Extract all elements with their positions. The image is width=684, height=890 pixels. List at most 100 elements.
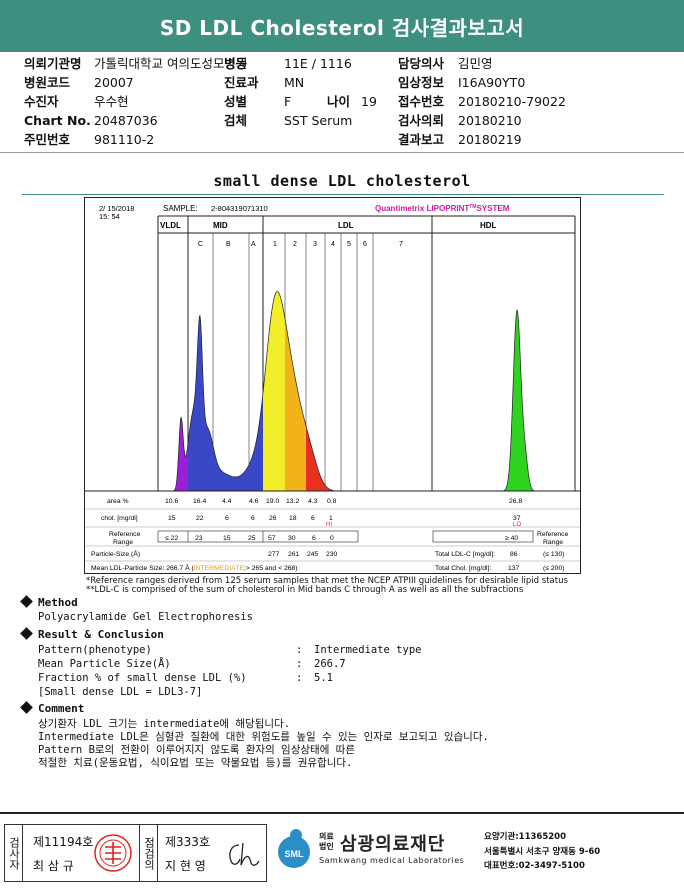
ref-l2: 30 [288,535,296,542]
curve-hdl [500,310,540,491]
row-ref-label-1: Reference [109,531,141,538]
inspector-signature-icon [229,842,260,866]
institution-code: 요양기관:11365200 [484,832,566,842]
ref-right-1: Reference [537,531,569,538]
footnote-2: **LDL-C is comprised of the sum of chole… [86,585,524,595]
total-ldl-value: 86 [510,551,518,558]
tester-label: 검사자 [5,825,23,881]
curves [171,291,540,492]
tester-seal-icon [94,834,132,872]
result-row-size: Mean Particle Size(Å) [38,658,171,670]
request-label: 검사의뢰 [398,113,445,128]
hospital-code-value: 20007 [94,75,134,90]
particle-size-l2: 261 [288,551,300,558]
total-ldl-ref: (≤ 130) [543,551,565,558]
mean-ldl-size: Mean LDL-Particle Size: 266.7 Å (INTERME… [91,563,298,572]
flag-lo: LO [513,522,521,528]
band-label-5: 5 [347,241,351,248]
hospital-code-label: 병원코드 [24,75,71,90]
org-type: 의료 법인 [319,832,334,851]
ref-b: 15 [223,535,231,542]
band-label-2: 2 [293,241,297,248]
chol-l1: 26 [269,515,277,522]
chart-no-label: Chart No. [24,113,91,128]
info-row-3: 수진자 우수현 성별 F 나이 19 접수번호 20180210-79022 [24,92,664,111]
diamond-bullet-icon [20,627,33,640]
band-label-6: 6 [363,241,367,248]
ref-vldl: ≤ 22 [165,535,178,542]
group-ldl: LDL [338,221,354,230]
ward-label: 병동 [224,56,248,71]
particle-size-l1: 277 [268,551,280,558]
band-label-a: A [251,241,256,248]
inspector-name: 지 현 영 [165,859,206,873]
ref-l1: 57 [268,535,276,542]
result-row-fraction: Fraction % of small dense LDL (%) [38,672,247,684]
info-row-5: 주민번호 981110-2 결과보고 20180219 [24,130,664,149]
brand-logo: Quantimetrix LIPOPRINTTMSYSTEM [375,204,510,213]
result-value-size: 266.7 [314,658,346,670]
clinical-label: 임상정보 [398,75,445,90]
section-underline [22,194,664,195]
lipoprint-chart: 2/ 15/2018 15: 54 SAMPLE: 2-804319071310… [84,197,581,574]
result-value-pattern: Intermediate type [314,644,422,656]
doctor-value: 김민영 [458,56,493,71]
patient-label: 수진자 [24,94,59,109]
report-label: 결과보고 [398,132,445,147]
particle-size-l3: 245 [307,551,319,558]
diamond-bullet-icon [20,701,33,714]
row-chol-label: chol. [mg/dl] [101,515,138,522]
particle-size-label: Particle-Size (Å) [91,549,140,558]
chol-l3: 6 [311,515,315,522]
sex-label: 성별 [224,94,248,109]
chol-l2: 18 [289,515,297,522]
chol-a: 6 [251,515,255,522]
band-label-b: B [226,241,231,248]
clinical-value: I16A90YT0 [458,75,526,90]
method-text: Polyacrylamide Gel Electrophoresis [38,611,253,623]
sample-label: SAMPLE: [163,204,198,213]
receipt-value: 20180210-79022 [458,94,566,109]
patient-value: 우수현 [94,94,129,109]
ref-l4: 0 [330,535,334,542]
result-colon-fraction: : [296,672,303,684]
group-mid: MID [213,221,228,230]
org-address: 서울특별시 서초구 양재동 9-60 [484,847,601,857]
request-value: 20180210 [458,113,522,128]
sml-logo-icon: SML [278,829,310,868]
area-c: 16.4 [193,498,206,505]
row-ref-label-2: Range [113,539,133,546]
result-colon-size: : [296,658,303,670]
area-vldl: 10.6 [165,498,178,505]
group-vldl: VLDL [160,221,181,230]
ward-value: 11E / 1116 [284,56,352,71]
band-label-1: 1 [273,241,277,248]
tester-number: 제11194호 [33,835,94,849]
band-label-4: 4 [331,241,335,248]
band-label-c: C [198,241,203,248]
flag-hi: HI [326,522,332,528]
chol-vldl: 15 [168,515,176,522]
band-labels: C B A 1 2 3 4 5 6 7 [198,241,403,248]
doctor-label: 담당의사 [398,56,445,71]
report-title: SD LDL Cholesterol 검사결과보고서 [0,0,684,52]
group-hdl: HDL [480,221,497,230]
ref-hdl: ≥ 40 [505,535,518,542]
total-chol-label: Total Chol. [mg/dl]: [435,565,491,572]
report-value: 20180219 [458,132,522,147]
id-label: 주민번호 [24,132,71,147]
dept-label: 진료과 [224,75,259,90]
diamond-bullet-icon [20,595,33,608]
specimen-label: 검체 [224,113,248,128]
info-row-4: Chart No. 20487036 검체 SST Serum 검사의뢰 201… [24,111,664,130]
footer-divider [0,812,684,814]
comment-heading: Comment [20,701,84,715]
result-heading: Result & Conclusion [20,627,164,641]
area-hdl: 26.8 [509,498,522,505]
ref-c: 23 [195,535,203,542]
inspector-label: 점검의 [140,825,158,881]
ref-l3: 6 [312,535,316,542]
receipt-label: 접수번호 [398,94,445,109]
info-row-1: 의뢰기관명 가톨릭대학교 여의도성모병원 병동 11E / 1116 담당의사 … [24,54,664,73]
dept-value: MN [284,75,305,90]
